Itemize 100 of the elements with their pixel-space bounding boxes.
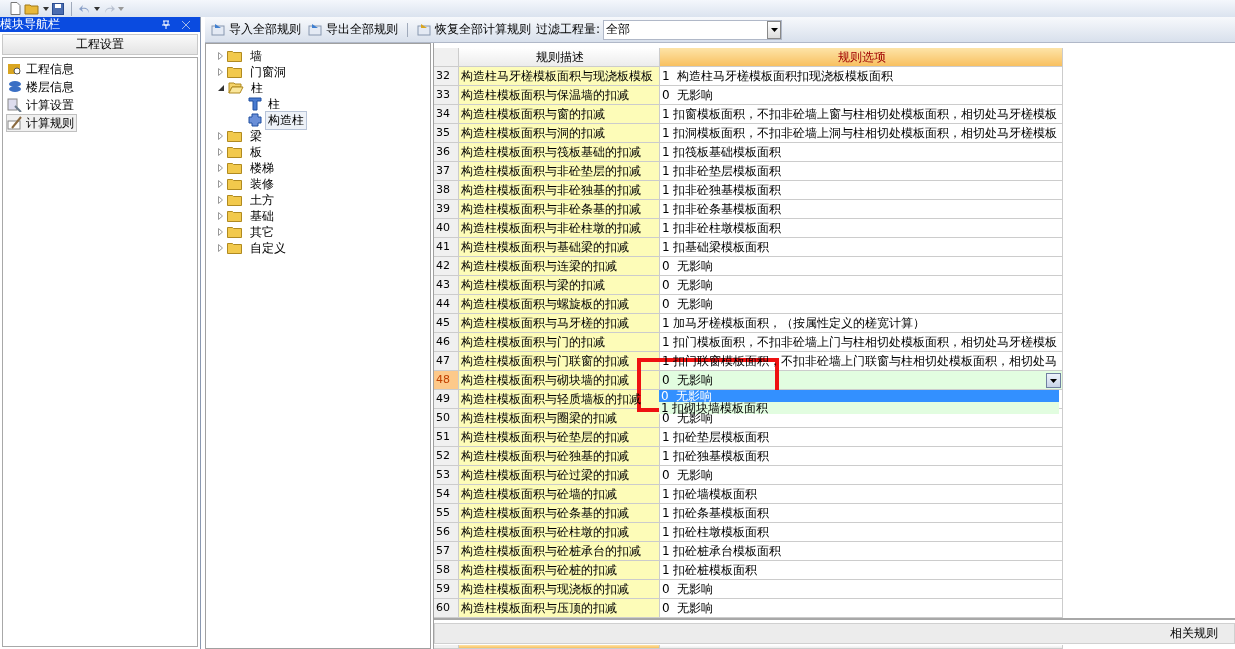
expand-arrow-icon[interactable] xyxy=(218,132,223,140)
table-cell: 1 扣门模板面积，不扣非砼墙上门与柱相切处模板面积，相切处马牙槎模板 xyxy=(660,333,1063,352)
row-number: 33 xyxy=(434,86,459,105)
row-number: 49 xyxy=(434,390,459,409)
document-icon xyxy=(7,62,23,76)
expand-arrow-icon[interactable] xyxy=(218,196,223,204)
table-cell: 构造柱模板面积与砼过梁的扣减 xyxy=(459,466,660,485)
expand-arrow-icon[interactable] xyxy=(218,180,223,188)
filter-dropdown[interactable]: 全部 xyxy=(603,19,783,40)
row-number: 50 xyxy=(434,409,459,428)
panel-title: 模块导航栏 xyxy=(0,17,61,32)
folder-icon xyxy=(228,82,244,94)
row-number: 58 xyxy=(434,561,459,580)
table-cell: 构造柱模板面积与非砼独基的扣减 xyxy=(459,181,660,200)
row-number: 37 xyxy=(434,162,459,181)
table-cell: 构造柱模板面积与砼垫层的扣减 xyxy=(459,428,660,447)
caret-icon xyxy=(1050,378,1057,383)
table-cell: 1 扣非砼垫层模板面积 xyxy=(660,162,1063,181)
table-cell: 0 无影响 xyxy=(660,295,1063,314)
table-cell: 构造柱模板面积与砌块墙的扣减 xyxy=(459,371,660,390)
table-cell: 1 构造柱马牙槎模板面积扣现浇板模板面积 xyxy=(660,67,1063,86)
column-icon xyxy=(248,97,262,111)
nav-item[interactable]: 计算设置 xyxy=(6,96,77,114)
row-number: 56 xyxy=(434,523,459,542)
folder-icon xyxy=(227,242,243,254)
table-cell: 构造柱模板面积与现浇板的扣减 xyxy=(459,580,660,599)
nav-item[interactable]: 计算规则 xyxy=(6,114,77,132)
filter-label: 过滤工程量: xyxy=(536,21,601,38)
folder-icon xyxy=(227,130,243,142)
toolbar-button[interactable]: 导入全部规则 xyxy=(209,21,303,38)
table-cell: 构造柱模板面积与砼独基的扣减 xyxy=(459,447,660,466)
table-cell: 构造柱模板面积与门联窗的扣减 xyxy=(459,352,660,371)
row-number: 36 xyxy=(434,143,459,162)
table-cell: 0 无影响 xyxy=(660,86,1063,105)
column-header[interactable]: 规则描述 xyxy=(459,48,660,67)
table-cell: 构造柱模板面积与连梁的扣减 xyxy=(459,257,660,276)
table-cell: 1 扣非砼柱墩模板面积 xyxy=(660,219,1063,238)
table-cell[interactable]: 0 无影响 xyxy=(660,371,1063,390)
table-cell: 0 无影响 xyxy=(660,276,1063,295)
expand-arrow-icon[interactable] xyxy=(218,244,223,252)
row-number: 35 xyxy=(434,124,459,143)
collapse-arrow-icon[interactable] xyxy=(218,85,224,91)
folder-icon xyxy=(227,178,243,190)
table-cell: 1 加马牙槎模板面积，（按属性定义的槎宽计算） xyxy=(660,314,1063,333)
close-icon[interactable] xyxy=(182,20,190,29)
new-file-icon[interactable] xyxy=(10,2,21,15)
expand-arrow-icon[interactable] xyxy=(218,148,223,156)
row-number: 55 xyxy=(434,504,459,523)
table-cell: 1 扣非砼独基模板面积 xyxy=(660,181,1063,200)
expand-arrow-icon[interactable] xyxy=(218,52,223,60)
caret-icon[interactable] xyxy=(94,6,100,11)
caret-icon xyxy=(770,27,778,32)
row-number: 38 xyxy=(434,181,459,200)
expand-arrow-icon[interactable] xyxy=(218,228,223,236)
folder-icon xyxy=(227,194,243,206)
row-number: 44 xyxy=(434,295,459,314)
nav-item[interactable]: 工程信息 xyxy=(6,60,77,78)
row-number: 46 xyxy=(434,333,459,352)
row-number: 53 xyxy=(434,466,459,485)
row-number: 47 xyxy=(434,352,459,371)
table-cell: 构造柱模板面积与压顶的扣减 xyxy=(459,599,660,618)
expand-arrow-icon[interactable] xyxy=(218,164,223,172)
row-number: 34 xyxy=(434,105,459,124)
table-cell: 构造柱模板面积与非砼垫层的扣减 xyxy=(459,162,660,181)
table-cell: 0 无影响 xyxy=(660,580,1063,599)
table-cell: 1 扣砼条基模板面积 xyxy=(660,504,1063,523)
corner-cell xyxy=(434,48,459,67)
table-cell: 0 无影响 xyxy=(660,466,1063,485)
toolbar-button[interactable]: 导出全部规则 xyxy=(306,21,400,38)
caret-icon[interactable] xyxy=(43,6,49,11)
row-number: 41 xyxy=(434,238,459,257)
table-cell: 0 无影响 xyxy=(660,599,1063,618)
tree-item[interactable]: 构造柱 xyxy=(265,110,307,130)
table-cell: 构造柱模板面积与窗的扣减 xyxy=(459,105,660,124)
table-cell: 构造柱模板面积与洞的扣减 xyxy=(459,124,660,143)
stack-icon xyxy=(7,80,23,94)
section-header[interactable]: 工程设置 xyxy=(2,34,198,55)
panel-title: 相关规则 xyxy=(1170,625,1218,642)
row-number: 52 xyxy=(434,447,459,466)
column-header[interactable]: 规则选项 xyxy=(660,48,1063,67)
table-cell: 1 扣砼桩模板面积 xyxy=(660,561,1063,580)
toolbar-button[interactable]: 恢复全部计算规则 xyxy=(415,21,533,38)
table-cell: 构造柱模板面积与保温墙的扣减 xyxy=(459,86,660,105)
save-icon[interactable] xyxy=(52,2,64,15)
dropdown-button[interactable] xyxy=(1046,373,1061,388)
folder-icon xyxy=(227,226,243,238)
nav-item[interactable]: 楼层信息 xyxy=(6,78,77,96)
table-cell: 0 无影响 xyxy=(660,257,1063,276)
expand-arrow-icon[interactable] xyxy=(218,212,223,220)
table-cell: 构造柱模板面积与砼柱墩的扣减 xyxy=(459,523,660,542)
table-cell: 构造柱模板面积与非砼柱墩的扣减 xyxy=(459,219,660,238)
row-number: 57 xyxy=(434,542,459,561)
row-number: 59 xyxy=(434,580,459,599)
table-cell: 构造柱模板面积与圈梁的扣减 xyxy=(459,409,660,428)
document-icon xyxy=(308,23,324,36)
table-cell: 构造柱模板面积与砼条基的扣减 xyxy=(459,504,660,523)
row-number: 32 xyxy=(434,67,459,86)
pin-icon[interactable] xyxy=(162,20,170,29)
expand-arrow-icon[interactable] xyxy=(218,68,223,76)
table-cell: 构造柱模板面积与基础梁的扣减 xyxy=(459,238,660,257)
